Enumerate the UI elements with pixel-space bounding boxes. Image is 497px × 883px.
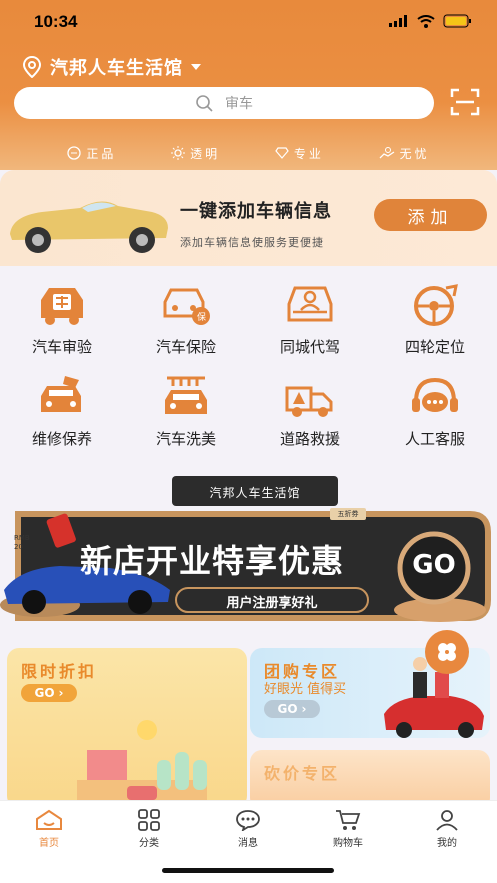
- service-driver[interactable]: 同城代驾: [260, 282, 360, 357]
- insurance-icon: 保: [163, 288, 210, 325]
- tab-messages[interactable]: 消息: [213, 809, 283, 849]
- location-selector[interactable]: 汽邦人车生活馆: [22, 54, 201, 80]
- search-bar[interactable]: 审车: [14, 87, 434, 119]
- status-time: 10:34: [34, 12, 78, 31]
- feature-strip: 正品 透明 专业 无忧: [0, 142, 497, 164]
- service-insurance[interactable]: 保 汽车保险: [136, 282, 236, 357]
- tab-category[interactable]: 分类: [114, 809, 184, 849]
- city-illustration: [77, 720, 207, 808]
- location-name: 汽邦人车生活馆: [50, 58, 183, 79]
- banner-store-name: 汽邦人车生活馆: [209, 486, 301, 500]
- service-rescue[interactable]: 道路救援: [260, 374, 360, 449]
- search-icon: [196, 95, 213, 112]
- add-vehicle-title: 一键添加车辆信息: [180, 201, 332, 222]
- feature-transparent: 透明: [171, 142, 220, 164]
- tab-cart[interactable]: 购物车: [313, 809, 383, 849]
- service-inspection[interactable]: 汽车审验: [12, 282, 112, 357]
- service-label: 汽车审验: [31, 338, 92, 356]
- banner-coupon-tag: 五折券: [337, 510, 359, 518]
- tab-label: 我的: [437, 838, 457, 849]
- banner-cta[interactable]: 用户注册享好礼: [176, 592, 368, 611]
- status-icons: [389, 14, 473, 28]
- sun-icon: [171, 146, 186, 160]
- feature-professional: 专业: [275, 142, 324, 164]
- tab-label: 购物车: [333, 838, 363, 849]
- tab-profile[interactable]: 我的: [412, 809, 482, 849]
- tab-home[interactable]: 首页: [14, 809, 84, 849]
- car-illustration: [10, 201, 168, 253]
- add-vehicle-button[interactable]: 添加: [374, 199, 487, 231]
- group-buy-subtitle: 好眼光 值得买: [264, 682, 347, 697]
- header: 10:34 汽邦人车生活馆 审车 正品 透明 专业 无忧: [0, 0, 497, 170]
- service-support[interactable]: 人工客服: [385, 374, 485, 449]
- shield-icon: [67, 146, 82, 160]
- flower-icon: [438, 643, 456, 661]
- chevron-right-icon: ›: [58, 686, 64, 700]
- feature-label: 无忧: [399, 146, 430, 161]
- search-placeholder: 审车: [225, 96, 253, 112]
- service-label: 四轮定位: [404, 338, 465, 356]
- feature-genuine: 正品: [67, 142, 116, 164]
- feature-label: 正品: [86, 146, 117, 161]
- user-icon: [436, 810, 458, 831]
- message-icon: [236, 810, 260, 831]
- caret-down-icon: [191, 64, 201, 70]
- signal-icon: [389, 15, 407, 27]
- floating-menu-button[interactable]: [425, 630, 469, 674]
- flash-sale-go[interactable]: GO ›: [21, 684, 77, 702]
- feature-label: 透明: [190, 146, 221, 161]
- inspection-icon: [41, 288, 83, 325]
- battery-icon: [443, 14, 471, 28]
- service-label: 同城代驾: [279, 338, 340, 356]
- headset-icon: [412, 377, 458, 412]
- go-label: GO: [34, 686, 55, 700]
- promo-banner[interactable]: 汽邦人车生活馆 新店开业特享优惠 用户注册享好礼 GO RMB 20 五折券: [0, 470, 497, 640]
- car-wash-icon: [165, 376, 207, 414]
- home-indicator: [162, 868, 334, 873]
- rescue-truck-icon: [285, 386, 333, 417]
- hands-icon: [379, 147, 394, 159]
- home-icon: [36, 809, 62, 830]
- service-label: 汽车保险: [155, 338, 216, 356]
- bargain-title: 砍价专区: [264, 764, 341, 783]
- tab-label: 首页: [39, 838, 59, 849]
- tab-label: 消息: [238, 838, 258, 849]
- wheel-alignment-icon: [414, 284, 458, 326]
- service-repair[interactable]: 维修保养: [12, 374, 112, 449]
- status-bar: 10:34: [0, 0, 497, 44]
- add-vehicle-subtitle: 添加车辆信息使服务更便捷: [180, 236, 324, 249]
- driver-icon: [287, 286, 333, 322]
- location-pin-icon: [22, 56, 42, 78]
- flash-sale-title: 限时折扣: [21, 662, 98, 681]
- tab-label: 分类: [139, 838, 159, 849]
- service-wash[interactable]: 汽车洗美: [136, 374, 236, 449]
- go-label: GO: [277, 702, 298, 716]
- cart-icon: [336, 810, 361, 830]
- chevron-right-icon: ›: [301, 702, 307, 716]
- group-buy-go[interactable]: GO ›: [264, 700, 320, 718]
- diamond-icon: [275, 147, 289, 159]
- service-label: 维修保养: [31, 430, 92, 448]
- banner-coupon: RMB 20: [14, 534, 30, 551]
- repair-icon: [41, 376, 81, 412]
- service-alignment[interactable]: 四轮定位: [385, 282, 485, 357]
- feature-label: 专业: [293, 146, 324, 161]
- service-label: 人工客服: [404, 430, 465, 448]
- flash-sale-card[interactable]: 限时折扣 GO ›: [7, 648, 247, 808]
- service-label: 道路救援: [279, 430, 340, 448]
- service-label: 汽车洗美: [155, 430, 216, 448]
- category-icon: [138, 809, 160, 831]
- banner-go[interactable]: GO: [404, 550, 464, 580]
- scan-icon[interactable]: [450, 88, 480, 116]
- feature-worryfree: 无忧: [379, 142, 430, 164]
- banner-title: 新店开业特享优惠: [80, 542, 345, 580]
- wifi-icon: [417, 14, 435, 28]
- svg-text:保: 保: [197, 311, 206, 323]
